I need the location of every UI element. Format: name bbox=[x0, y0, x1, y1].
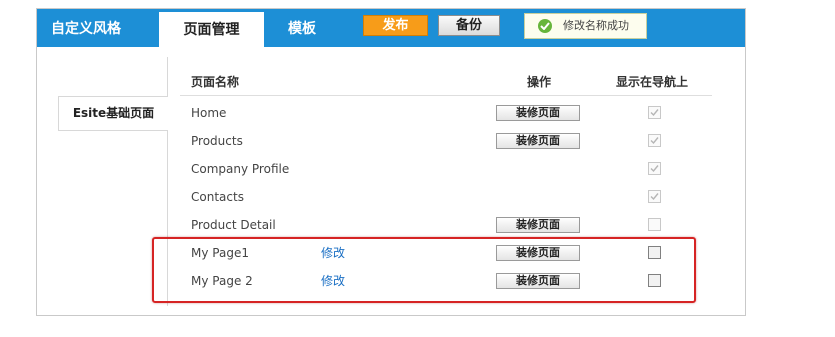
page-name: Products bbox=[191, 134, 243, 148]
show-in-nav-checkbox bbox=[648, 218, 661, 231]
table-row: Product Detail 装修页面 bbox=[37, 214, 745, 236]
tab-templates[interactable]: 模板 bbox=[288, 9, 316, 47]
tab-custom-style[interactable]: 自定义风格 bbox=[51, 9, 121, 47]
highlight-box bbox=[152, 237, 696, 303]
publish-button[interactable]: 发布 bbox=[363, 15, 428, 36]
decorate-page-button[interactable]: 装修页面 bbox=[496, 133, 580, 149]
top-nav-bar: 自定义风格 页面管理 模板 发布 备份 修改名称成功 bbox=[37, 9, 745, 47]
table-row: Products 装修页面 bbox=[37, 130, 745, 152]
page-name: Home bbox=[191, 106, 227, 120]
page-name: Product Detail bbox=[191, 218, 276, 232]
success-message: 修改名称成功 bbox=[563, 19, 629, 32]
show-in-nav-checkbox bbox=[648, 162, 661, 175]
page-management-panel: 自定义风格 页面管理 模板 发布 备份 修改名称成功 Esite基础页面 页面名… bbox=[36, 8, 746, 316]
tab-page-management[interactable]: 页面管理 bbox=[159, 12, 264, 47]
page-name: Contacts bbox=[191, 190, 244, 204]
decorate-page-button[interactable]: 装修页面 bbox=[496, 105, 580, 121]
show-in-nav-checkbox bbox=[648, 106, 661, 119]
column-header-actions: 操作 bbox=[527, 75, 552, 89]
decorate-page-button[interactable]: 装修页面 bbox=[496, 217, 580, 233]
column-header-show-in-nav: 显示在导航上 bbox=[616, 75, 689, 89]
success-notification: 修改名称成功 bbox=[524, 13, 647, 39]
page-name: Company Profile bbox=[191, 162, 290, 176]
divider bbox=[167, 57, 168, 97]
backup-button[interactable]: 备份 bbox=[438, 15, 500, 36]
header-divider bbox=[180, 95, 712, 96]
check-circle-icon bbox=[538, 19, 552, 33]
table-row: Company Profile bbox=[37, 158, 745, 180]
table-row: Contacts bbox=[37, 186, 745, 208]
column-header-page-name: 页面名称 bbox=[191, 75, 240, 89]
show-in-nav-checkbox bbox=[648, 134, 661, 147]
table-row: Home 装修页面 bbox=[37, 102, 745, 124]
show-in-nav-checkbox bbox=[648, 190, 661, 203]
